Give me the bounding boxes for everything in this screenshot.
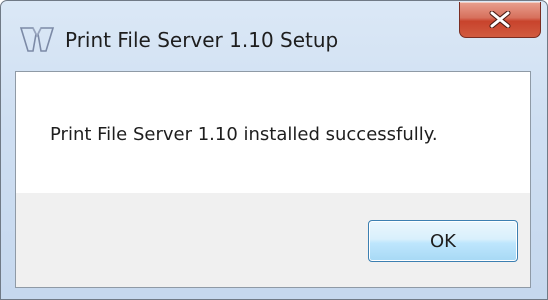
dialog-client-area: Print File Server 1.10 installed success… [15,71,531,288]
window-title: Print File Server 1.10 Setup [65,28,339,52]
success-message: Print File Server 1.10 installed success… [50,124,438,145]
message-panel: Print File Server 1.10 installed success… [16,72,530,193]
title-bar[interactable]: Print File Server 1.10 Setup [1,1,547,65]
close-icon [489,11,511,28]
close-button[interactable] [459,2,541,38]
setup-dialog-window: Print File Server 1.10 Setup Print File … [0,0,548,300]
installer-icon [19,25,55,53]
ok-button[interactable]: OK [368,220,518,262]
